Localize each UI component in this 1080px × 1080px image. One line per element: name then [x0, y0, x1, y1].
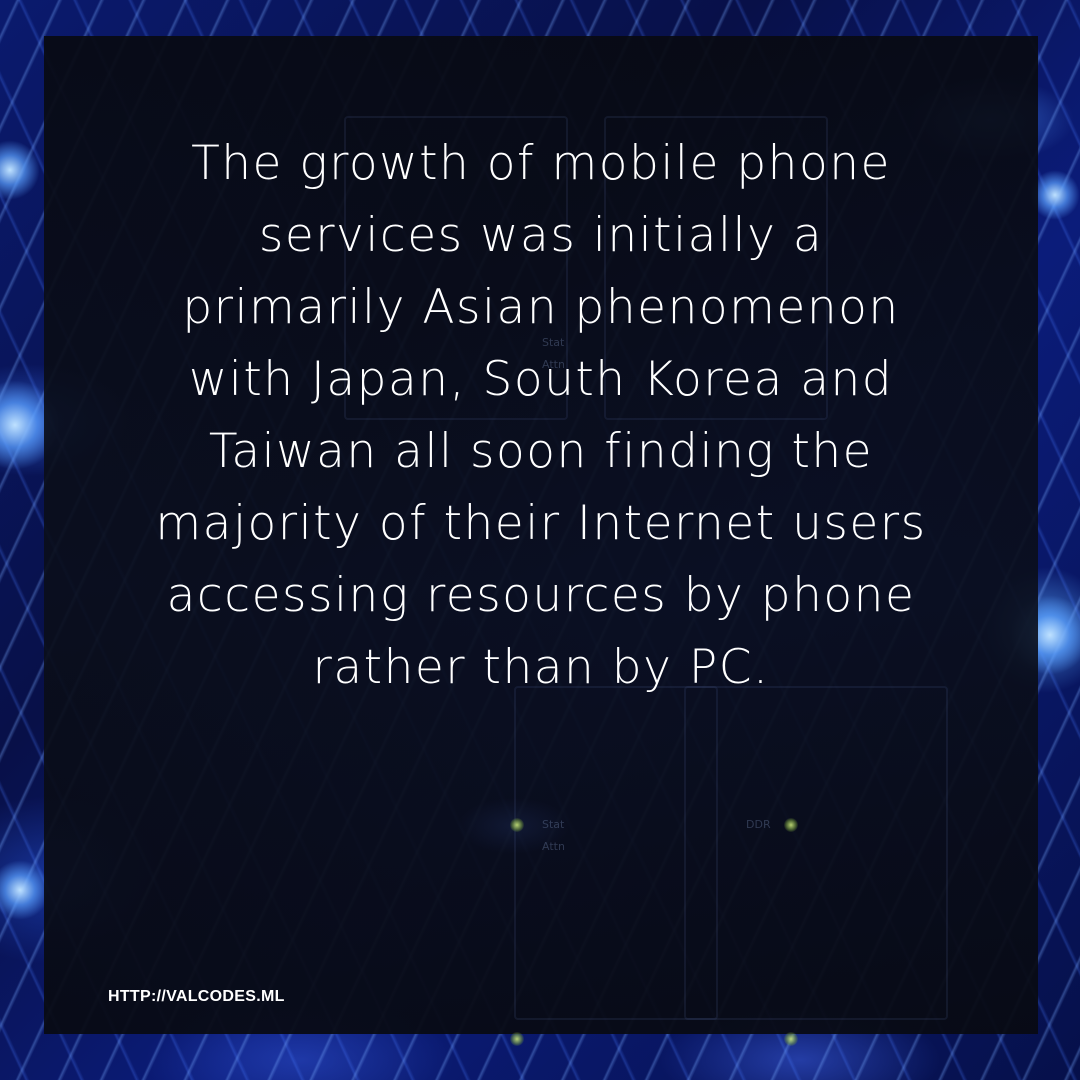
quote-text: The growth of mobile phone services was …	[44, 128, 1038, 704]
rack-label: Attn	[542, 840, 565, 853]
status-led	[510, 818, 524, 832]
server-rack-shape	[514, 686, 718, 1020]
quote-card: Stat Attn DDR Stat Attn The growth of mo…	[0, 0, 1080, 1080]
rack-label: DDR	[746, 818, 771, 831]
rack-label: Stat	[542, 818, 565, 831]
quote-line: with Japan, South Korea and	[188, 352, 894, 407]
status-led	[784, 818, 798, 832]
quote-line: services was initially a	[258, 208, 824, 263]
server-rack-shape	[684, 686, 948, 1020]
quote-line: Taiwan all soon finding the	[208, 424, 874, 479]
quote-line: accessing resources by phone	[166, 568, 916, 623]
light-glow	[0, 140, 40, 200]
quote-line: The growth of mobile phone	[191, 136, 891, 191]
quote-line: rather than by PC.	[312, 640, 770, 695]
light-glow	[0, 860, 50, 920]
status-led	[784, 1032, 798, 1046]
quote-line: majority of their Internet users	[155, 496, 927, 551]
quote-line: primarily Asian phenomenon	[182, 280, 900, 335]
site-url: HTTP://VALCODES.ML	[108, 988, 285, 1005]
status-led	[510, 1032, 524, 1046]
text-panel: Stat Attn DDR Stat Attn The growth of mo…	[44, 36, 1038, 1046]
